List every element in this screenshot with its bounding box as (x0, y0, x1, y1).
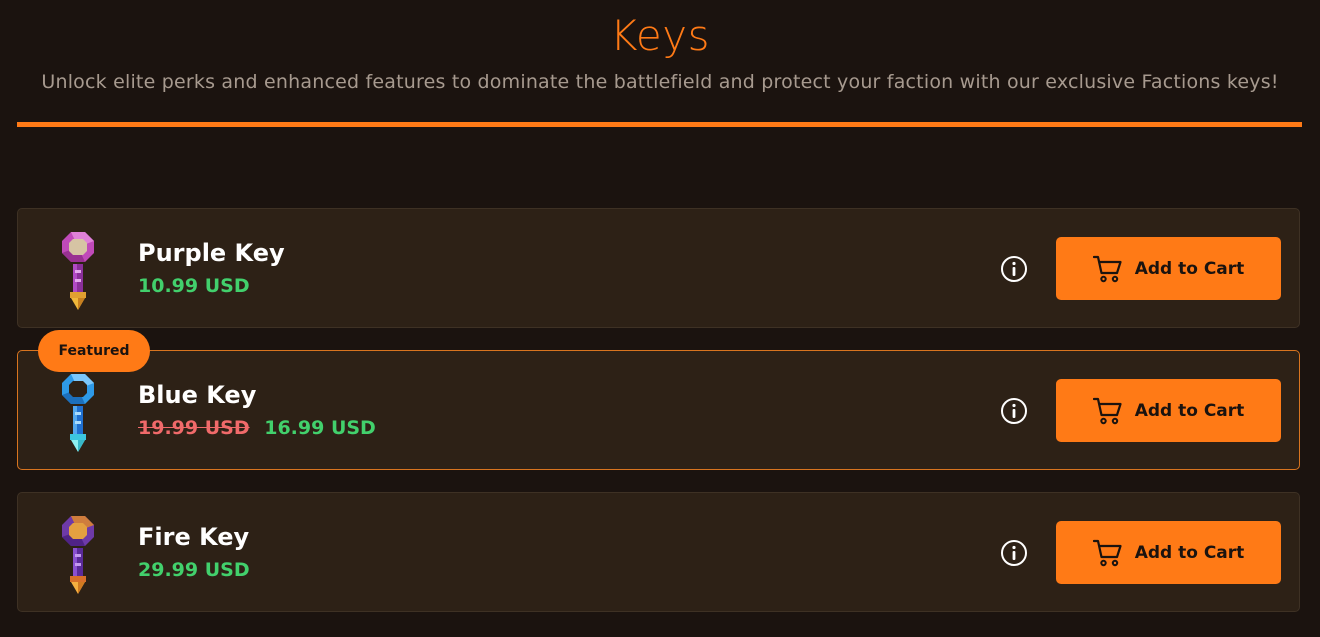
blue-key-icon (62, 374, 94, 452)
product-card-blue-key: Blue Key 19.99 USD 16.99 USD Add to Cart (17, 350, 1300, 470)
product-card-purple-key: Purple Key 10.99 USD Add to Cart (17, 208, 1300, 328)
featured-badge: Featured (38, 330, 150, 372)
price: 16.99 USD (264, 417, 376, 439)
info-icon[interactable] (1000, 539, 1028, 567)
add-to-cart-label: Add to Cart (1134, 258, 1245, 279)
add-to-cart-label: Add to Cart (1134, 400, 1245, 421)
cart-icon (1092, 397, 1122, 424)
product-prices: 19.99 USD 16.99 USD (138, 415, 376, 441)
add-to-cart-button[interactable]: Add to Cart (1056, 379, 1281, 442)
info-icon[interactable] (1000, 397, 1028, 425)
page-title: Keys (609, 11, 711, 60)
cart-icon (1092, 255, 1122, 282)
info-icon[interactable] (1000, 255, 1028, 283)
fire-key-icon (62, 516, 94, 594)
add-to-cart-button[interactable]: Add to Cart (1056, 237, 1281, 300)
purple-key-icon (62, 232, 94, 310)
product-card-fire-key: Fire Key 29.99 USD Add to Cart (17, 492, 1300, 612)
product-name: Purple Key (138, 239, 285, 267)
product-name: Blue Key (138, 381, 257, 409)
cart-icon (1092, 539, 1122, 566)
product-name: Fire Key (138, 523, 250, 551)
header-divider (17, 122, 1302, 127)
page-subtitle: Unlock elite perks and enhanced features… (41, 71, 1279, 93)
product-prices: 10.99 USD (138, 273, 250, 299)
add-to-cart-button[interactable]: Add to Cart (1056, 521, 1281, 584)
price: 29.99 USD (138, 559, 250, 581)
add-to-cart-label: Add to Cart (1134, 542, 1245, 563)
product-prices: 29.99 USD (138, 557, 250, 583)
price: 10.99 USD (138, 275, 250, 297)
old-price: 19.99 USD (138, 417, 250, 439)
